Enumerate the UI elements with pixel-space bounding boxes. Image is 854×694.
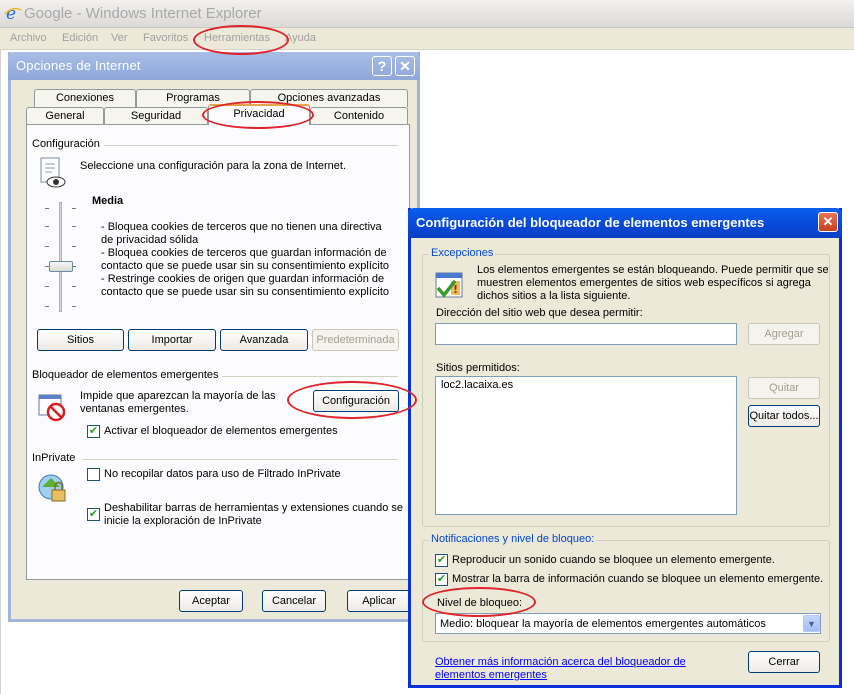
privacy-slider-thumb[interactable]: [49, 261, 73, 272]
slider-tick: [72, 226, 76, 227]
inprivate-no-collect-label: No recopilar datos para uso de Filtrado …: [104, 468, 341, 480]
allowed-sites-list[interactable]: loc2.lacaixa.es: [435, 376, 737, 515]
popup-description-line: ventanas emergentes.: [80, 403, 189, 415]
privacy-document-icon: [40, 157, 66, 188]
ie-window-title: Google - Windows Internet Explorer: [24, 5, 262, 22]
privacy-level-line: - Bloquea cookies de terceros que no tie…: [101, 221, 382, 233]
advanced-button[interactable]: Avanzada: [220, 329, 308, 351]
import-button[interactable]: Importar: [128, 329, 216, 351]
play-sound-checkbox[interactable]: ✔: [435, 554, 448, 567]
privacy-level-line: contacto que se puede usar sin su consen…: [101, 260, 390, 272]
privacy-level-line: - Bloquea cookies de terceros que guarda…: [101, 247, 387, 259]
inprivate-disable-toolbars-checkbox[interactable]: ✔: [87, 508, 100, 521]
default-button[interactable]: Predeterminada: [312, 329, 399, 351]
privacy-level-name: Media: [92, 195, 124, 207]
cancel-button[interactable]: Cancelar: [262, 590, 326, 612]
privacy-slider-track[interactable]: [59, 202, 62, 312]
inprivate-icon: [38, 474, 66, 502]
chevron-down-icon[interactable]: ▼: [803, 615, 820, 632]
ie-title-bar: e Google - Windows Internet Explorer: [0, 0, 854, 28]
list-item[interactable]: loc2.lacaixa.es: [441, 379, 513, 392]
menu-ayuda[interactable]: Ayuda: [285, 32, 316, 44]
inprivate-group-divider: [82, 459, 398, 460]
privacy-level-line: de privacidad sólida: [101, 234, 199, 246]
enable-popup-blocker-label: Activar el bloqueador de elementos emerg…: [104, 425, 338, 437]
address-input[interactable]: [435, 323, 737, 345]
slider-tick: [45, 306, 49, 307]
ie-menu-bar: Archivo Edición Ver Favoritos Herramient…: [0, 28, 854, 50]
ok-button[interactable]: Aceptar: [179, 590, 243, 612]
highlight-herramientas-ellipse: [193, 25, 289, 55]
slider-tick: [72, 208, 76, 209]
slider-tick: [45, 286, 49, 287]
config-group-label: Configuración: [32, 138, 100, 150]
highlight-configuracion-ellipse: [287, 381, 417, 419]
privacy-level-line: - Restringe cookies de origen que guarda…: [101, 273, 385, 285]
remove-button[interactable]: Quitar: [748, 377, 820, 399]
help-button[interactable]: ?: [372, 56, 392, 76]
inprivate-no-collect-checkbox[interactable]: [87, 468, 100, 481]
inprivate-disable-toolbars-label: inicie la exploración de InPrivate: [104, 515, 262, 527]
popup-blocker-title: Configuración del bloqueador de elemento…: [416, 215, 765, 230]
highlight-block-level-ellipse: [422, 587, 536, 617]
block-level-value: Medio: bloquear la mayoría de elementos …: [440, 618, 766, 630]
menu-favoritos[interactable]: Favoritos: [143, 32, 188, 44]
inprivate-group-label: InPrivate: [32, 452, 76, 464]
tab-general[interactable]: General: [26, 107, 104, 125]
show-info-bar-checkbox[interactable]: ✔: [435, 573, 448, 586]
slider-tick: [45, 226, 49, 227]
popup-exceptions-icon: !: [435, 272, 463, 298]
allowed-sites-label: Sitios permitidos:: [436, 362, 520, 374]
inprivate-disable-toolbars-label: Deshabilitar barras de herramientas y ex…: [104, 502, 403, 514]
internet-options-title-bar[interactable]: Opciones de Internet ? ✕: [8, 52, 420, 80]
config-group-divider: [104, 145, 398, 146]
menu-edicion[interactable]: Edición: [62, 32, 98, 44]
learn-more-link-line2[interactable]: elementos emergentes: [435, 669, 547, 682]
slider-tick: [72, 306, 76, 307]
menu-ver[interactable]: Ver: [111, 32, 128, 44]
popup-blocker-title-bar[interactable]: Configuración del bloqueador de elemento…: [408, 208, 842, 238]
exceptions-legend: Excepciones: [429, 247, 496, 259]
zone-description: Seleccione una configuración para la zon…: [80, 160, 347, 172]
popup-blocker-icon: [38, 394, 66, 422]
tab-seguridad[interactable]: Seguridad: [104, 107, 208, 125]
show-info-bar-label: Mostrar la barra de información cuando s…: [452, 573, 824, 585]
highlight-privacidad-ellipse: [202, 101, 314, 129]
exceptions-description-line: Los elementos emergentes se están bloque…: [477, 264, 829, 276]
add-button[interactable]: Agregar: [748, 323, 820, 345]
enable-popup-blocker-checkbox[interactable]: ✔: [87, 425, 100, 438]
slider-tick: [72, 286, 76, 287]
slider-tick: [45, 208, 49, 209]
exceptions-description-line: dichos sitios a la lista siguiente.: [477, 290, 631, 302]
slider-tick: [45, 246, 49, 247]
apply-button[interactable]: Aplicar: [347, 590, 411, 612]
internet-explorer-icon: e: [4, 4, 22, 22]
learn-more-link[interactable]: Obtener más información acerca del bloqu…: [435, 656, 686, 669]
tab-conexiones[interactable]: Conexiones: [34, 89, 136, 107]
play-sound-label: Reproducir un sonido cuando se bloquee u…: [452, 554, 775, 566]
popup-group-label: Bloqueador de elementos emergentes: [32, 369, 219, 381]
menu-archivo[interactable]: Archivo: [10, 32, 47, 44]
close-button[interactable]: Cerrar: [748, 651, 820, 673]
tab-contenido[interactable]: Contenido: [310, 107, 408, 125]
slider-tick: [72, 246, 76, 247]
popup-group-divider: [222, 376, 398, 377]
close-icon[interactable]: ✕: [818, 212, 838, 232]
notifications-legend: Notificaciones y nivel de bloqueo:: [429, 533, 597, 545]
exceptions-description-line: muestren elementos emergentes de sitios …: [477, 277, 811, 289]
svg-text:e: e: [6, 4, 16, 22]
privacy-level-line: contacto que se puede usar sin su consen…: [101, 286, 390, 298]
close-icon[interactable]: ✕: [395, 56, 415, 76]
sites-button[interactable]: Sitios: [37, 329, 124, 351]
internet-options-title: Opciones de Internet: [16, 58, 141, 73]
remove-all-button[interactable]: Quitar todos...: [748, 405, 820, 427]
popup-description-line: Impide que aparezcan la mayoría de las: [80, 390, 276, 402]
address-label: Dirección del sitio web que desea permit…: [436, 307, 643, 319]
